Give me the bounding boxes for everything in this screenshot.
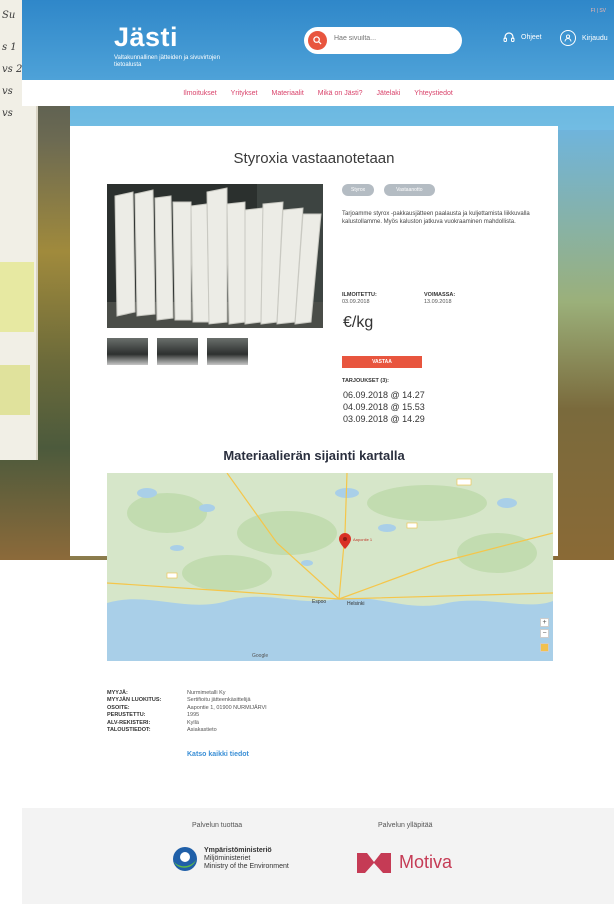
ministry-name-en: Ministry of the Environment xyxy=(204,863,289,870)
announced-label: ILMOITETTU: xyxy=(342,292,377,298)
valid-label: VOIMASSA: xyxy=(424,292,456,298)
search-button[interactable] xyxy=(308,31,327,50)
site-footer: Palvelun tuottaa Palvelun ylläpitää Ympä… xyxy=(22,808,614,904)
price-unit: €/kg xyxy=(343,314,374,331)
search-input[interactable] xyxy=(334,35,454,42)
listing-tags: Styrox Vastaanotto xyxy=(342,184,435,196)
ministry-emblem-icon xyxy=(173,847,197,871)
nav-item-ilmoitukset[interactable]: Ilmoitukset xyxy=(183,90,216,97)
seller-row-key: ALV-REKISTERI: xyxy=(107,719,151,726)
seller-info: MYYJÄ: Nurmimetalli Ky MYYJÄN LUOKITUS: … xyxy=(107,690,267,734)
nav-item-yritykset[interactable]: Yritykset xyxy=(231,90,258,97)
seller-row-key: OSOITE: xyxy=(107,704,130,711)
seller-row: ALV-REKISTERI: Kyllä xyxy=(107,720,267,727)
listing-main-photo[interactable] xyxy=(107,184,323,328)
map-zoom-out-button[interactable]: − xyxy=(540,629,549,638)
ministry-name-fi: Ympäristöministeriö xyxy=(204,847,272,854)
tag-vastaanotto[interactable]: Vastaanotto xyxy=(384,184,435,196)
login-link[interactable]: Kirjaudu xyxy=(560,30,608,46)
offer-item[interactable]: 04.09.2018 @ 15.53 xyxy=(343,402,425,412)
seller-row-value: Sertifioitu jätteenkäsittelijä xyxy=(187,697,251,704)
photo-thumbnail[interactable] xyxy=(207,338,248,365)
language-switch[interactable]: FI | SV xyxy=(591,8,606,14)
site-logo[interactable]: Jästi xyxy=(114,22,178,53)
announced-value: 03.09.2018 xyxy=(342,299,370,305)
seller-row-value: Kyllä xyxy=(187,719,199,726)
motiva-logo[interactable]: Motiva xyxy=(357,852,452,873)
seller-row-value: 1995 xyxy=(187,712,200,719)
offer-item[interactable]: 06.09.2018 @ 14.27 xyxy=(343,390,425,400)
help-icon xyxy=(503,32,515,42)
main-nav: Ilmoitukset Yritykset Materiaalit Mikä o… xyxy=(22,80,614,106)
seller-row: OSOITE: Aapontie 1, 01900 NURMIJÄRVI xyxy=(107,705,267,712)
location-map[interactable]: Aapontie 1 Helsinki Espoo Google + − xyxy=(107,473,553,661)
google-attribution: Google xyxy=(252,653,269,659)
login-label: Kirjaudu xyxy=(582,34,608,42)
seller-row: MYYJÄN LUOKITUS: Sertifioitu jätteenkäsi… xyxy=(107,697,267,704)
motiva-mark-icon xyxy=(357,852,391,873)
seller-row-value: Aapontie 1, 01900 NURMIJÄRVI xyxy=(187,704,267,711)
nav-item-materiaalit[interactable]: Materiaalit xyxy=(272,90,304,97)
nav-item-yhteystiedot[interactable]: Yhteystiedot xyxy=(414,90,453,97)
location-marker-icon[interactable] xyxy=(339,533,351,549)
seller-row: PERUSTETTU: 1995 xyxy=(107,712,267,719)
photo-thumbnails xyxy=(107,338,248,365)
site-tagline: Valtakunnallinen jätteiden ja sivuvirtoj… xyxy=(114,55,220,68)
ministry-logo[interactable]: Ympäristöministeriö Miljöministeriet Min… xyxy=(172,846,289,872)
map-zoom-in-button[interactable]: + xyxy=(540,618,549,627)
seller-details-link[interactable]: Katso kaikki tiedot xyxy=(187,751,249,758)
background-sticky-note xyxy=(0,262,34,332)
valid-value: 13.09.2018 xyxy=(424,299,452,305)
seller-row-value: Asiakastieto xyxy=(187,727,217,734)
listing-description: Tarjoamme styrox -pakkausjätteen paalaus… xyxy=(342,211,530,225)
help-link[interactable]: Ohjeet xyxy=(502,30,542,44)
help-label: Ohjeet xyxy=(521,33,542,41)
marker-label: Aapontie 1 xyxy=(353,537,373,542)
street-view-icon[interactable] xyxy=(540,643,549,652)
map-city-label: Helsinki xyxy=(347,601,365,607)
seller-row-key: TALOUSTIEDOT: xyxy=(107,727,151,734)
background-sticky-note xyxy=(0,365,30,415)
photo-thumbnail[interactable] xyxy=(157,338,198,365)
listing-title: Styroxia vastaanotetaan xyxy=(233,150,395,167)
tag-styrox[interactable]: Styrox xyxy=(342,184,375,196)
photo-thumbnail[interactable] xyxy=(107,338,148,365)
seller-row-key: PERUSTETTU: xyxy=(107,712,146,719)
seller-row-key: MYYJÄN LUOKITUS: xyxy=(107,697,162,704)
reply-button[interactable]: VASTAA xyxy=(342,356,422,368)
site-header: Jästi Valtakunnallinen jätteiden ja sivu… xyxy=(22,0,614,80)
background-right-photo xyxy=(554,130,614,560)
map-city-label: Espoo xyxy=(312,599,327,605)
footer-produced-label: Palvelun tuottaa xyxy=(192,822,243,829)
nav-item-mika-on-jasti[interactable]: Mikä on Jästi? xyxy=(318,90,363,97)
footer-maintained-label: Palvelun ylläpitää xyxy=(378,822,433,829)
seller-row: TALOUSTIEDOT: Asiakastieto xyxy=(107,727,267,734)
ministry-name-sv: Miljöministeriet xyxy=(204,855,251,862)
map-section-title: Materiaalierän sijainti kartalla xyxy=(223,448,405,463)
search-icon xyxy=(313,36,322,45)
search-box xyxy=(304,27,462,54)
offer-item[interactable]: 03.09.2018 @ 14.29 xyxy=(343,414,425,424)
user-icon xyxy=(560,30,576,46)
seller-row-value: Nurmimetalli Ky xyxy=(187,690,226,696)
offers-label: TARJOUKSET (3): xyxy=(342,378,389,384)
nav-item-jatelaki[interactable]: Jätelaki xyxy=(377,90,401,97)
motiva-name: Motiva xyxy=(399,852,453,872)
